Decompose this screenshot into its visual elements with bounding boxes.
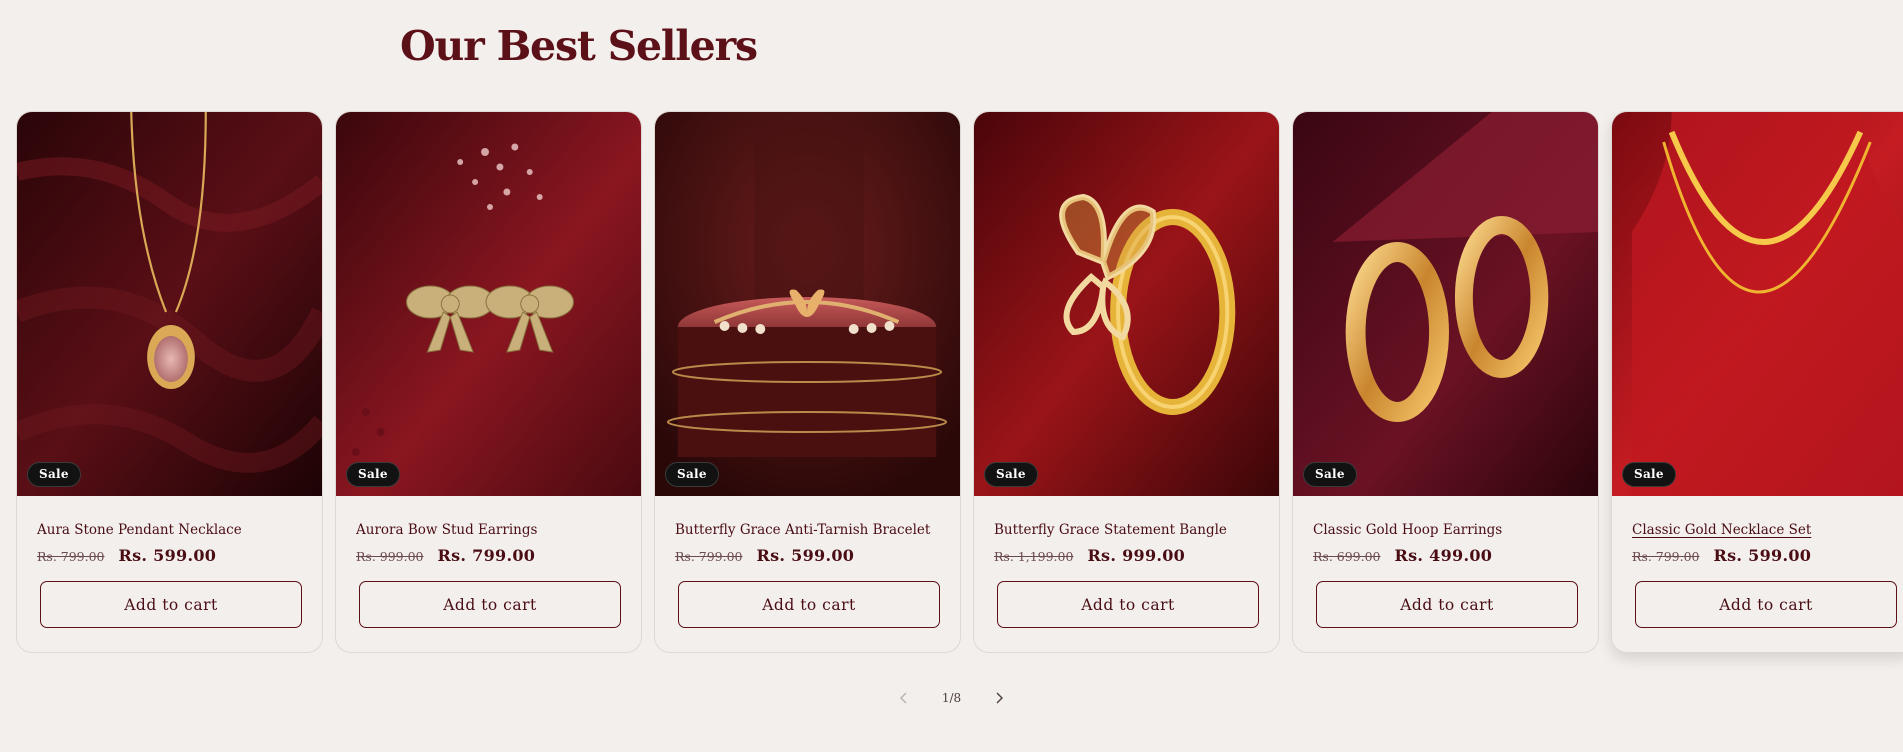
compare-price: Rs. 799.00	[675, 549, 743, 564]
product-title[interactable]: Aura Stone Pendant Necklace	[37, 522, 302, 538]
price-row: Rs. 799.00 Rs. 599.00	[1632, 546, 1897, 565]
compare-price: Rs. 999.00	[356, 549, 424, 564]
slide-counter: 1/8	[941, 691, 962, 705]
chevron-left-icon[interactable]	[894, 688, 914, 708]
price-row: Rs. 799.00 Rs. 599.00	[675, 546, 940, 565]
product-card[interactable]: Sale Aura Stone Pendant Necklace Rs. 799…	[16, 111, 323, 653]
add-to-cart-button[interactable]: Add to cart	[359, 581, 621, 628]
product-card[interactable]: Sale Butterfly Grace Statement Bangle Rs…	[973, 111, 1280, 653]
sale-price: Rs. 599.00	[1713, 546, 1812, 565]
price-row: Rs. 699.00 Rs. 499.00	[1313, 546, 1578, 565]
compare-price: Rs. 699.00	[1313, 549, 1381, 564]
sale-badge: Sale	[1622, 462, 1676, 487]
compare-price: Rs. 1,199.00	[994, 549, 1074, 564]
product-image[interactable]: Sale	[1293, 112, 1598, 496]
product-card[interactable]: Sale Aurora Bow Stud Earrings Rs. 999.00…	[335, 111, 642, 653]
add-to-cart-button[interactable]: Add to cart	[1635, 581, 1897, 628]
compare-price: Rs. 799.00	[1632, 549, 1700, 564]
product-image[interactable]: Sale	[336, 112, 641, 496]
price-row: Rs. 999.00 Rs. 799.00	[356, 546, 621, 565]
sale-badge: Sale	[346, 462, 400, 487]
sale-badge: Sale	[665, 462, 719, 487]
sale-price: Rs. 499.00	[1394, 546, 1493, 565]
sale-price: Rs. 599.00	[756, 546, 855, 565]
price-row: Rs. 1,199.00 Rs. 999.00	[994, 546, 1259, 565]
product-slider[interactable]: Sale Aura Stone Pendant Necklace Rs. 799…	[16, 111, 1903, 671]
product-image[interactable]: Sale	[17, 112, 322, 496]
sale-badge: Sale	[27, 462, 81, 487]
sale-badge: Sale	[1303, 462, 1357, 487]
add-to-cart-button[interactable]: Add to cart	[678, 581, 940, 628]
product-title[interactable]: Classic Gold Hoop Earrings	[1313, 522, 1578, 538]
product-title[interactable]: Aurora Bow Stud Earrings	[356, 522, 621, 538]
add-to-cart-button[interactable]: Add to cart	[40, 581, 302, 628]
product-track: Sale Aura Stone Pendant Necklace Rs. 799…	[16, 111, 1903, 653]
product-title[interactable]: Butterfly Grace Statement Bangle	[994, 522, 1259, 538]
product-image[interactable]: Sale	[974, 112, 1279, 496]
compare-price: Rs. 799.00	[37, 549, 105, 564]
product-card[interactable]: Sale Butterfly Grace Anti-Tarnish Bracel…	[654, 111, 961, 653]
sale-price: Rs. 799.00	[437, 546, 536, 565]
product-title[interactable]: Classic Gold Necklace Set	[1632, 522, 1897, 538]
product-card[interactable]: Sale Classic Gold Hoop Earrings Rs. 699.…	[1292, 111, 1599, 653]
sale-price: Rs. 999.00	[1087, 546, 1186, 565]
section-title: Our Best Sellers	[400, 22, 758, 70]
chevron-right-icon[interactable]	[989, 688, 1009, 708]
sale-price: Rs. 599.00	[118, 546, 217, 565]
sale-badge: Sale	[984, 462, 1038, 487]
product-image[interactable]: Sale	[655, 112, 960, 496]
product-image[interactable]: Sale	[1612, 112, 1903, 496]
slider-pagination: 1/8	[0, 688, 1903, 708]
product-title[interactable]: Butterfly Grace Anti-Tarnish Bracelet	[675, 522, 940, 538]
product-card[interactable]: Sale Classic Gold Necklace Set Rs. 799.0…	[1611, 111, 1903, 653]
add-to-cart-button[interactable]: Add to cart	[997, 581, 1259, 628]
price-row: Rs. 799.00 Rs. 599.00	[37, 546, 302, 565]
add-to-cart-button[interactable]: Add to cart	[1316, 581, 1578, 628]
